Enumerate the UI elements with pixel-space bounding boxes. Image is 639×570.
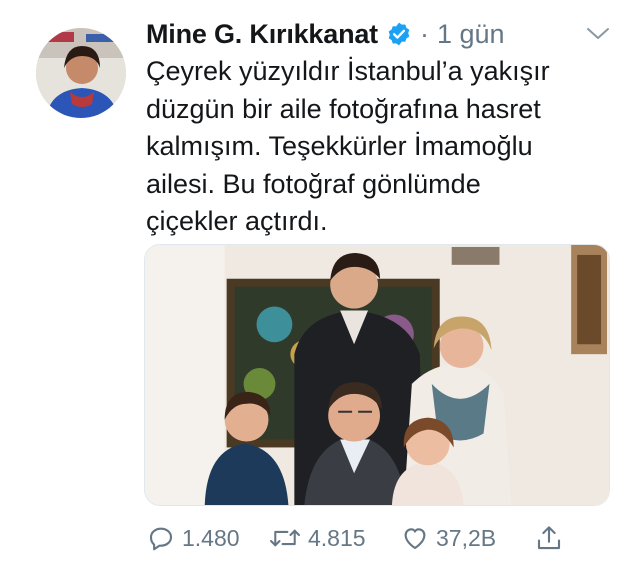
tweet-actions: 1.480 4.815 37,2B [146,518,616,558]
reply-count: 1.480 [182,524,240,551]
heart-icon [404,528,426,550]
tweet-text: Çeyrek yüzyıldır İstanbul’a yakışır düzg… [146,56,550,236]
verified-badge-icon [386,21,412,47]
avatar-image [36,28,126,118]
tweet-header: Mine G. Kırıkkanat · 1 gün [146,14,639,54]
share-button[interactable] [534,518,564,558]
separator-dot: · [419,18,429,49]
share-icon [537,526,561,550]
tweet-card: Mine G. Kırıkkanat · 1 gün Çeyrek yüzyıl… [0,0,639,570]
tweet-time[interactable]: 1 gün [437,19,505,50]
reply-button[interactable]: 1.480 [146,518,240,558]
retweet-button[interactable]: 4.815 [268,518,366,558]
retweet-count: 4.815 [308,524,366,551]
like-button[interactable]: 37,2B [400,518,496,558]
author-name[interactable]: Mine G. Kırıkkanat [146,19,378,50]
chevron-down-icon[interactable] [585,24,611,44]
reply-icon [149,527,173,551]
like-count: 37,2B [436,524,497,551]
author-avatar[interactable] [36,28,126,118]
tweet-photo[interactable] [144,244,610,506]
retweet-icon [270,529,300,547]
family-photo-image [145,245,609,505]
